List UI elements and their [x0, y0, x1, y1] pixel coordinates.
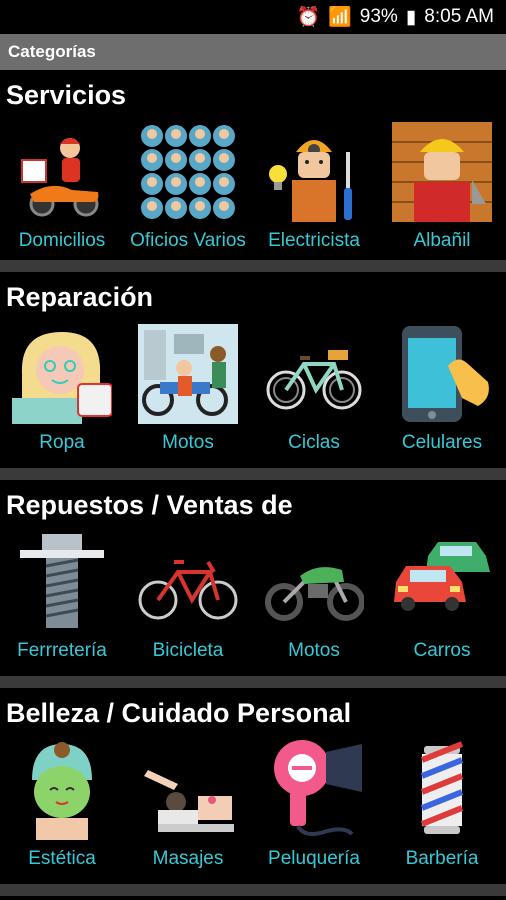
- seamstress-icon: [12, 320, 112, 428]
- category-item-barberia[interactable]: Barbería: [380, 736, 504, 876]
- massage-icon: [138, 736, 238, 844]
- app-bar: Categorías: [0, 34, 506, 70]
- section-title: Repuestos / Ventas de: [6, 490, 293, 520]
- category-label: Ciclas: [288, 432, 340, 453]
- barber-pole-icon: [392, 736, 492, 844]
- category-item-motos-repuestos[interactable]: Motos: [252, 528, 376, 668]
- section-title: Belleza / Cuidado Personal: [6, 698, 352, 728]
- category-item-domicilios[interactable]: Domicilios: [0, 118, 124, 258]
- category-label: Bicicleta: [152, 640, 224, 661]
- bolt-icon: [12, 528, 112, 636]
- section-servicios: Servicios Domicilios Oficios Varios Elec…: [0, 70, 506, 272]
- alarm-icon: ⏰: [296, 7, 321, 28]
- category-label: Barbería: [405, 848, 479, 869]
- clock: 8:05 AM: [424, 6, 494, 27]
- category-label: Electricista: [268, 230, 360, 251]
- category-label: Motos: [162, 432, 214, 453]
- status-bar: ⏰ 📶 93% ▮ 8:05 AM: [0, 0, 506, 34]
- category-label: Peluquería: [268, 848, 360, 869]
- category-label: Ferrretería: [17, 640, 107, 661]
- wifi-icon: 📶: [328, 7, 352, 28]
- category-label: Carros: [413, 640, 471, 661]
- face-mask-icon: [12, 736, 112, 844]
- dirt-bike-icon: [264, 528, 364, 636]
- category-item-carros[interactable]: Carros: [380, 528, 504, 668]
- category-item-estetica[interactable]: Estética: [0, 736, 124, 876]
- red-bicycle-icon: [138, 528, 238, 636]
- category-item-peluqueria[interactable]: Peluquería: [252, 736, 376, 876]
- battery-percent: 93%: [359, 6, 398, 27]
- section-reparacion: Reparación Ropa Motos Ciclas Celulares: [0, 272, 506, 480]
- category-item-celulares[interactable]: Celulares: [380, 320, 504, 460]
- category-label: Oficios Varios: [130, 230, 246, 251]
- category-label: Motos: [288, 640, 340, 661]
- worker-avatars-grid-icon: [138, 118, 238, 226]
- cars-icon: [392, 528, 492, 636]
- smartphone-touch-icon: [392, 320, 492, 428]
- delivery-scooter-icon: [12, 118, 112, 226]
- section-title: Reparación: [6, 282, 154, 312]
- category-item-motos[interactable]: Motos: [126, 320, 250, 460]
- category-label: Ropa: [39, 432, 85, 453]
- motorcycle-repair-icon: [138, 320, 238, 428]
- section-repuestos: Repuestos / Ventas de Ferrretería Bicicl…: [0, 480, 506, 688]
- category-list: Servicios Domicilios Oficios Varios Elec…: [0, 70, 506, 896]
- category-label: Albañil: [413, 230, 471, 251]
- category-item-electricista[interactable]: Electricista: [252, 118, 376, 258]
- section-belleza: Belleza / Cuidado Personal Estética Masa…: [0, 688, 506, 896]
- category-item-ciclas[interactable]: Ciclas: [252, 320, 376, 460]
- bicycle-icon: [264, 320, 364, 428]
- category-label: Domicilios: [18, 230, 106, 251]
- category-item-ropa[interactable]: Ropa: [0, 320, 124, 460]
- category-label: Masajes: [152, 848, 224, 869]
- app-title: Categorías: [8, 42, 96, 61]
- bricklayer-icon: [392, 118, 492, 226]
- category-item-oficios-varios[interactable]: Oficios Varios: [126, 118, 250, 258]
- category-item-bicicleta[interactable]: Bicicleta: [126, 528, 250, 668]
- category-label: Celulares: [401, 432, 483, 453]
- category-item-ferrreteria[interactable]: Ferrretería: [0, 528, 124, 668]
- battery-icon: ▮: [405, 6, 417, 28]
- section-title: Servicios: [6, 80, 127, 110]
- category-label: Estética: [28, 848, 96, 869]
- hair-dryer-icon: [264, 736, 364, 844]
- electrician-icon: [264, 118, 364, 226]
- category-item-albanil[interactable]: Albañil: [380, 118, 504, 258]
- category-item-masajes[interactable]: Masajes: [126, 736, 250, 876]
